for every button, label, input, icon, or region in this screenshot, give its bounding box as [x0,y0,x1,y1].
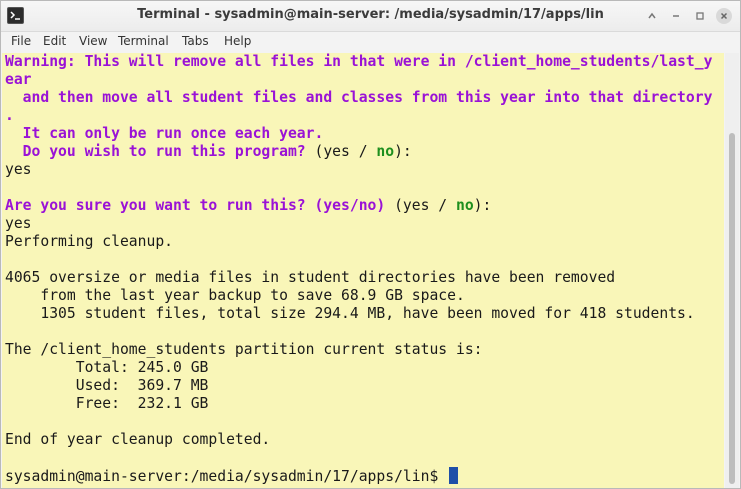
partition-free: Free: 232.1 GB [5,395,209,412]
prompt-1-default-no: no [376,143,395,160]
menu-edit[interactable]: Edit [43,34,66,48]
warning-line-4: . [5,107,14,124]
window-controls [644,8,732,24]
menu-terminal[interactable]: Terminal [118,34,169,48]
vertical-scrollbar[interactable] [725,53,739,488]
terminal-output[interactable]: Warning: This will remove all files in t… [2,53,724,488]
prompt-2-options-open: (yes / [385,197,456,214]
scrollbar-thumb[interactable] [729,133,735,484]
performing-line: Performing cleanup. [5,233,174,250]
text-cursor [449,467,459,484]
shell-prompt-line[interactable]: sysadmin@main-server:/media/sysadmin/17/… [5,467,459,485]
terminal-window: Terminal - sysadmin@main-server: /media/… [0,0,741,489]
warning-line-1: Warning: This will remove all files in t… [5,53,713,70]
moved-line: 1305 student files, total size 294.4 MB,… [5,305,695,322]
answer-2: yes [5,215,32,232]
title-bar[interactable]: Terminal - sysadmin@main-server: /media/… [1,1,740,32]
chevron-up-icon[interactable] [644,8,660,24]
warning-line-3: and then move all student files and clas… [5,89,713,106]
warning-line-2: ear [5,71,32,88]
menu-help[interactable]: Help [224,34,251,48]
removed-line-2: from the last year backup to save 68.9 G… [5,287,465,304]
removed-line-1: 4065 oversize or media files in student … [5,269,616,286]
prompt-1-options-open: (yes / [305,143,377,160]
confirm-prompt-1: Do you wish to run this program? (yes / … [5,143,412,161]
partition-total: Total: 245.0 GB [5,359,209,376]
prompt-2-question: Are you sure you want to run this? (yes/… [5,197,386,214]
prompt-2-default-no: no [455,197,474,214]
menu-bar: File Edit View Terminal Tabs Help [1,32,740,52]
shell-prompt: sysadmin@main-server:/media/sysadmin/17/… [5,468,448,485]
prompt-1-options-close: ): [394,143,412,160]
partition-header: The /client_home_students partition curr… [5,341,483,358]
confirm-prompt-2: Are you sure you want to run this? (yes/… [5,197,491,215]
answer-1: yes [5,161,32,178]
close-icon[interactable] [716,8,732,24]
partition-used: Used: 369.7 MB [5,377,209,394]
warning-line-5: It can only be run once each year. [5,125,324,142]
minimize-icon[interactable] [668,8,684,24]
menu-tabs[interactable]: Tabs [182,34,209,48]
completed-line: End of year cleanup completed. [5,431,271,448]
maximize-icon[interactable] [692,8,708,24]
menu-view[interactable]: View [79,34,107,48]
prompt-1-question: Do you wish to run this program? [5,143,306,160]
menu-file[interactable]: File [11,34,31,48]
prompt-2-options-close: ): [473,197,492,214]
window-title: Terminal - sysadmin@main-server: /media/… [137,7,604,22]
